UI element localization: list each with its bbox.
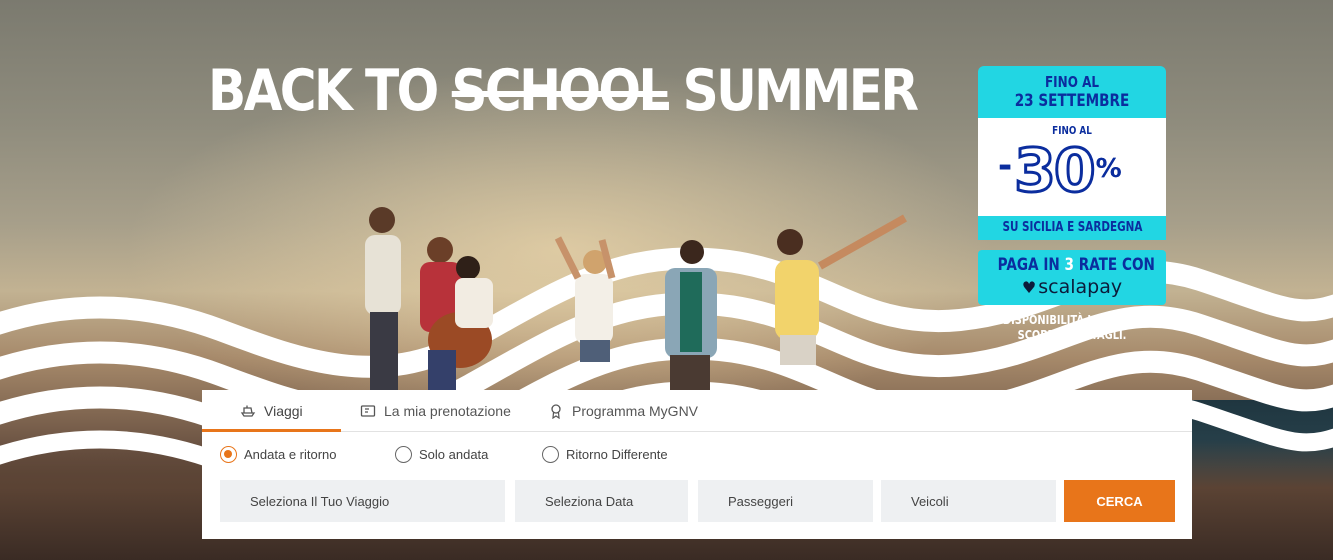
passengers-label: Passeggeri (728, 493, 794, 509)
promo-date: 23 SETTEMBRE (1014, 91, 1130, 111)
vehicles-field[interactable]: Veicoli (881, 480, 1056, 522)
vehicles-label: Veicoli (911, 493, 949, 509)
tab-mia-prenotazione[interactable]: La mia prenotazione (360, 390, 511, 432)
radio-solo-andata-label: Solo andata (419, 447, 489, 462)
trip-type-options: Andata e ritorno Solo andata Ritorno Dif… (202, 446, 1192, 468)
pay-brand: scalapay (1038, 276, 1123, 298)
promo-discount-value: 30 (1013, 135, 1097, 208)
tab-programma-mygnv[interactable]: Programma MyGNV (548, 390, 698, 432)
tab-viaggi[interactable]: Viaggi (240, 390, 303, 432)
promo-fino-al: FINO AL (1044, 73, 1100, 91)
pay-prefix: PAGA IN (997, 255, 1060, 275)
booking-tabs: Viaggi La mia prenotazione Programma MyG… (202, 390, 1192, 432)
date-select-field[interactable]: Seleziona Data (515, 480, 688, 522)
trip-select-field[interactable]: Seleziona Il Tuo Viaggio (220, 480, 505, 522)
people-illustration (365, 207, 907, 395)
pay-line: PAGA IN 3 RATE CON (978, 254, 1166, 276)
promo-discount-box: FINO AL -30% (978, 118, 1166, 216)
radio-ritorno-differente[interactable]: Ritorno Differente (542, 446, 668, 463)
availability-note[interactable]: DISPONIBILITÀ LIMITATA. SCOPRI I DETTAGL… (978, 313, 1166, 343)
promo-discount-symbol: % (1095, 154, 1122, 184)
scalapay-box: PAGA IN 3 RATE CON ♥ scalapay (978, 250, 1166, 305)
promo-destinations-text: SU SICILIA E SARDEGNA (1002, 220, 1142, 235)
tab-programma-mygnv-label: Programma MyGNV (572, 403, 699, 419)
ticket-icon (360, 403, 376, 419)
availability-line2: SCOPRI I DETTAGLI. (1017, 328, 1127, 342)
trip-select-label: Seleziona Il Tuo Viaggio (250, 493, 390, 509)
radio-andata-ritorno-label: Andata e ritorno (244, 447, 337, 462)
headline: BACK TO SCHOOL SUMMER (208, 58, 919, 124)
active-tab-indicator (202, 429, 341, 432)
promo-discount: -30% (998, 135, 1122, 208)
tab-viaggi-label: Viaggi (264, 403, 303, 419)
availability-line1: DISPONIBILITÀ LIMITATA. (1002, 313, 1142, 327)
headline-after: SUMMER (682, 58, 919, 124)
award-icon (548, 403, 564, 419)
headline-strike: SCHOOL (451, 58, 670, 124)
headline-before: BACK TO (208, 58, 439, 124)
passengers-field[interactable]: Passeggeri (698, 480, 873, 522)
booking-widget: Viaggi La mia prenotazione Programma MyG… (202, 390, 1192, 539)
ship-icon (240, 403, 256, 419)
pay-brand-line: ♥ scalapay (978, 276, 1166, 299)
pay-suffix: RATE CON (1078, 255, 1155, 275)
radio-selected-icon (220, 446, 237, 463)
pay-number: 3 (1064, 255, 1074, 275)
radio-ritorno-differente-label: Ritorno Differente (566, 447, 668, 462)
tab-mia-prenotazione-label: La mia prenotazione (384, 403, 511, 419)
promo-destinations: SU SICILIA E SARDEGNA (978, 216, 1166, 240)
radio-andata-ritorno[interactable]: Andata e ritorno (220, 446, 337, 463)
heart-icon: ♥ (1021, 278, 1037, 297)
promo-discount-dash: - (998, 146, 1012, 186)
promo-date-box: FINO AL 23 SETTEMBRE (978, 66, 1166, 118)
search-button[interactable]: CERCA (1064, 480, 1175, 522)
radio-solo-andata[interactable]: Solo andata (395, 446, 488, 463)
radio-unselected-icon (542, 446, 559, 463)
radio-unselected-icon (395, 446, 412, 463)
date-select-label: Seleziona Data (545, 493, 634, 509)
promo-badge[interactable]: FINO AL 23 SETTEMBRE FINO AL -30% SU SIC… (978, 66, 1166, 343)
